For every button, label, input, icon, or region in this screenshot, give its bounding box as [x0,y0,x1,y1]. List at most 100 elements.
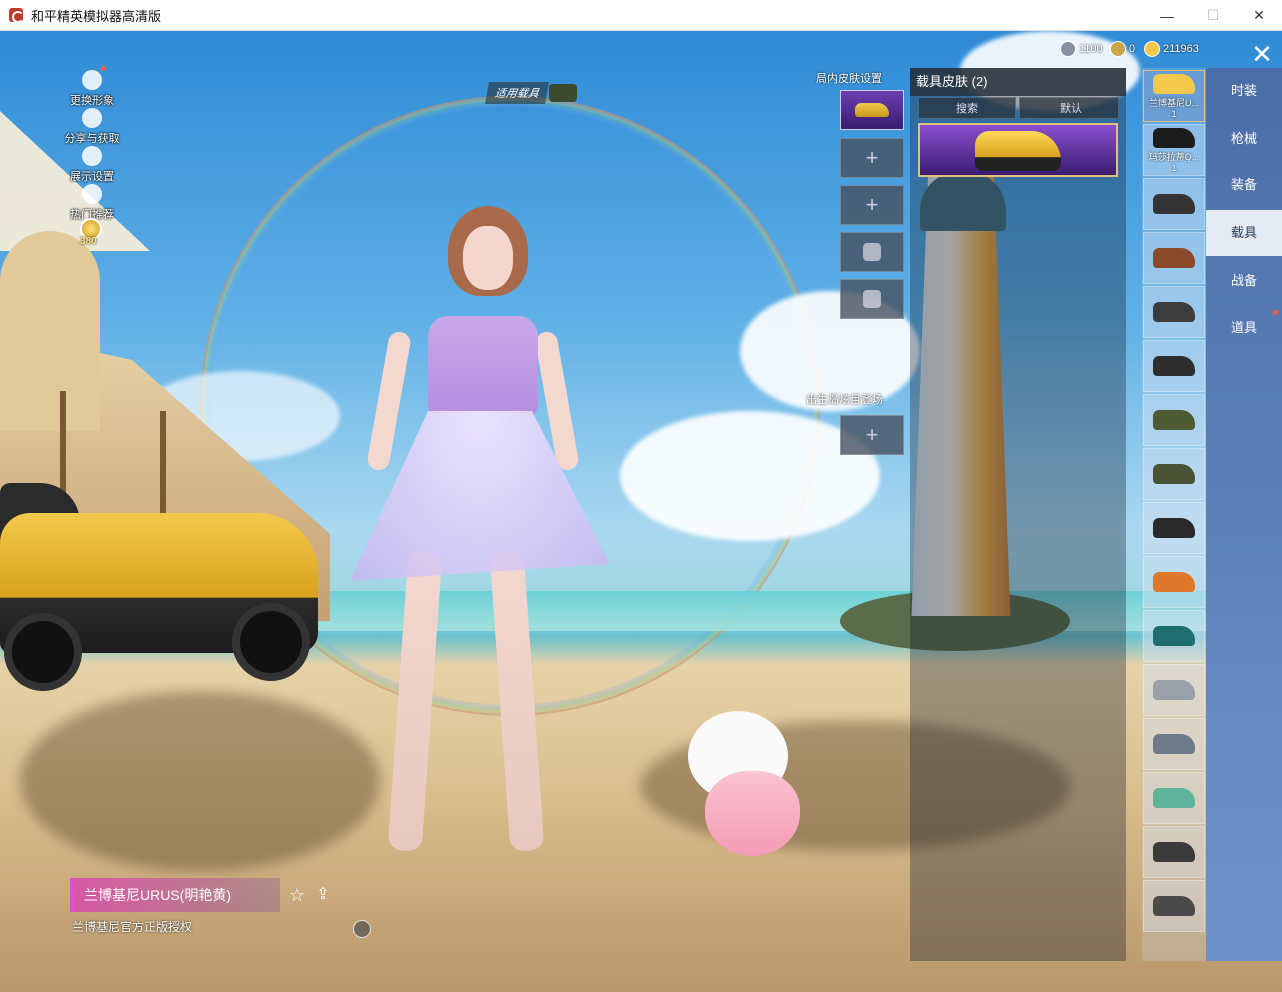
vehicle-item[interactable] [1143,556,1205,608]
skin-slot-empty[interactable]: + [840,185,904,225]
tab-outfit[interactable]: 时装 [1206,68,1282,114]
lock-icon [863,243,881,261]
skin-sort-select[interactable]: 默认 [1019,97,1119,119]
skin-search-input[interactable]: 搜索 [918,97,1016,119]
skin-slot-selected[interactable] [840,90,904,130]
share-label: 分享与获取 [64,133,120,145]
vehicle-count: 1 [1171,108,1177,119]
silver-coin-icon [1060,41,1076,57]
share-button[interactable]: 分享与获取 [62,108,122,146]
vehicle-thumbnail [1153,572,1195,592]
vehicle-thumbnail [1153,356,1195,376]
currency-gold[interactable]: 211963 [1144,40,1199,58]
tab-items[interactable]: 道具 [1206,305,1282,351]
vehicle-item[interactable]: 兰博基尼U... 1 [1143,70,1205,122]
skin-card-urus-yellow[interactable] [918,123,1118,177]
pet-heart [705,771,800,856]
vehicle-thumbnail [1153,410,1195,430]
vehicle-item[interactable] [1143,340,1205,392]
building-tower [0,231,100,431]
display-settings-button[interactable]: 展示设置 [62,146,122,184]
window-title: 和平精英模拟器高清版 [31,8,162,24]
notification-dot [101,66,106,71]
currency-silver-value: 1100 [1079,43,1103,55]
notification-dot [1273,310,1278,315]
vehicle-item[interactable] [1143,826,1205,878]
display-settings-label: 展示设置 [70,171,114,183]
skin-slot-crown[interactable] [840,279,904,319]
vehicle-count: 1 [1171,162,1177,173]
maximize-button[interactable]: ☐ [1190,0,1236,31]
vehicle-item[interactable] [1143,502,1205,554]
vehicle-label: 玛莎拉蒂Q... [1148,151,1200,162]
vehicle-thumbnail [1153,464,1195,484]
vehicle-item[interactable] [1143,664,1205,716]
vehicle-thumbnail [1153,518,1195,538]
vehicle-item[interactable] [1143,610,1205,662]
currency-badge[interactable]: 0 [1110,40,1135,58]
tab-vehicles[interactable]: 载具 [1206,210,1282,256]
selected-skin-name: 兰博基尼URUS(明艳黄) [70,878,280,912]
crown-icon [863,290,881,308]
change-appearance-label: 更换形象 [70,95,114,107]
rotate-view-icon[interactable] [353,920,371,938]
applicable-vehicle-tag[interactable]: 适用载具 [485,80,587,106]
applicable-vehicle-label: 适用载具 [485,82,549,104]
vehicle-item[interactable] [1143,772,1205,824]
vehicle-thumbnail [1153,626,1195,646]
vehicle-label: 兰博基尼U... [1148,97,1199,108]
vehicle-item[interactable] [1143,286,1205,338]
minimize-button[interactable]: — [1144,0,1190,31]
badge-coin-icon [1110,41,1126,57]
spawn-island-entrance-label[interactable]: 出生岛炫目登场 [806,391,883,407]
vehicle-thumbnail [1153,680,1195,700]
vehicle-item[interactable] [1143,232,1205,284]
change-appearance-button[interactable]: 更换形象 [62,70,122,108]
level-value: 380 [80,236,97,247]
in-game-skin-settings-label[interactable]: 局内皮肤设置 [816,70,882,86]
urus-yellow-thumbnail [975,131,1061,171]
vehicle-thumbnail [1153,842,1195,862]
hot-recommend-button[interactable]: 热门推荐 [62,184,122,222]
vehicle-thumbnail [1153,788,1195,808]
vehicle-thumbnail [1153,734,1195,754]
official-license-text: 兰博基尼官方正版授权 [72,920,193,934]
tab-equipment[interactable]: 装备 [1206,162,1282,208]
tab-weapons[interactable]: 枪械 [1206,116,1282,162]
car-wheel [232,603,310,681]
skin-slot-empty[interactable]: + [840,138,904,178]
gold-coin-icon [1144,41,1160,57]
flame-icon [82,184,102,204]
avatar-icon [82,70,102,90]
currency-gold-value: 211963 [1163,43,1199,55]
lamborghini-urus-model [0,483,318,693]
vehicle-item[interactable] [1143,448,1205,500]
vehicle-item[interactable]: 玛莎拉蒂Q... 1 [1143,124,1205,176]
character-outfit-top [428,316,538,416]
vehicle-thumbnail [1153,896,1195,916]
close-panel-button[interactable]: ✕ [1248,40,1276,68]
vehicle-item[interactable] [1143,718,1205,770]
ground-shadow [20,691,380,871]
vehicle-item[interactable] [1143,394,1205,446]
vehicle-thumbnail [1153,302,1195,322]
vehicle-skin-panel [910,68,1126,961]
vehicle-thumbnail [1153,248,1195,268]
jeep-icon [549,84,577,102]
vehicle-thumbnail [1153,194,1195,214]
favorite-star-icon[interactable]: ☆ [287,885,307,905]
vehicle-item[interactable] [1143,178,1205,230]
eye-icon [82,146,102,166]
currency-badge-value: 0 [1129,43,1136,55]
vehicle-item[interactable] [1143,880,1205,932]
currency-silver[interactable]: 1100 [1060,40,1103,58]
close-window-button[interactable]: ✕ [1236,0,1282,31]
car-wheel [4,613,82,691]
share-icon[interactable]: ⇪ [313,885,333,905]
share-cross-icon [82,108,102,128]
skin-slot-locked[interactable] [840,232,904,272]
spawn-slot-empty[interactable]: + [840,415,904,455]
tab-battle-prep[interactable]: 战备 [1206,258,1282,304]
vehicle-thumbnail [1153,73,1195,94]
app-logo-icon [9,8,24,23]
